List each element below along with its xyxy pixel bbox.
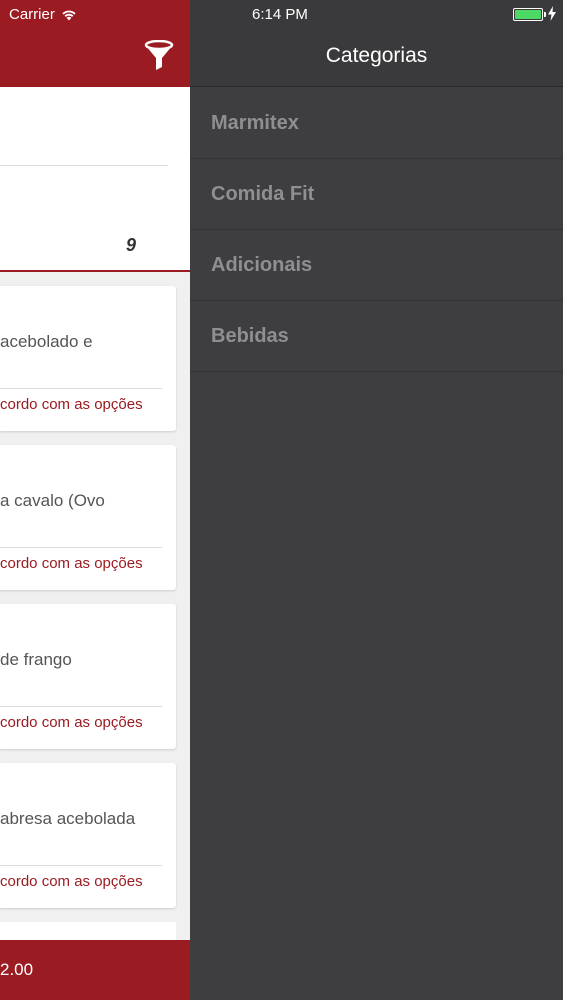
product-title: abresa acebolada bbox=[0, 809, 136, 828]
carrier-label: Carrier bbox=[9, 6, 55, 23]
category-item-adicionais[interactable]: Adicionais bbox=[190, 230, 563, 301]
drawer-title: Categorias bbox=[325, 44, 428, 67]
category-label: Adicionais bbox=[211, 253, 313, 276]
category-label: Bebidas bbox=[211, 324, 289, 347]
product-card[interactable]: de frango cordo com as opções bbox=[0, 604, 176, 749]
product-note: cordo com as opções bbox=[0, 873, 143, 890]
product-note: cordo com as opções bbox=[0, 714, 143, 731]
app-header: Carrier bbox=[0, 0, 190, 87]
category-item-marmitex[interactable]: Marmitex bbox=[190, 88, 563, 159]
card-divider bbox=[0, 706, 162, 707]
search-underline bbox=[0, 165, 168, 166]
product-card[interactable]: abresa acebolada cordo com as opções bbox=[0, 763, 176, 908]
category-label: Comida Fit bbox=[211, 182, 315, 205]
cart-footer[interactable]: 2.00 bbox=[0, 940, 190, 1000]
category-item-bebidas[interactable]: Bebidas bbox=[190, 301, 563, 372]
product-count: 9 bbox=[125, 235, 136, 255]
card-divider bbox=[0, 865, 162, 866]
product-title: acebolado e bbox=[0, 332, 93, 351]
product-card[interactable]: a cavalo (Ovo cordo com as opções bbox=[0, 445, 176, 590]
wifi-icon bbox=[62, 10, 76, 20]
product-title: a cavalo (Ovo bbox=[0, 491, 105, 510]
drawer-header: 6:14 PM Categorias bbox=[190, 0, 563, 87]
product-card[interactable]: acebolado e cordo com as opções bbox=[0, 286, 176, 431]
category-label: Marmitex bbox=[211, 111, 299, 134]
category-list: Marmitex Comida Fit Adicionais Bebidas bbox=[190, 88, 563, 372]
product-title: de frango bbox=[0, 650, 72, 669]
product-note: cordo com as opções bbox=[0, 555, 143, 572]
status-bar-left: Carrier bbox=[9, 6, 77, 23]
cart-total: 2.00 bbox=[0, 960, 34, 979]
battery-tip bbox=[544, 12, 546, 17]
filter-icon[interactable] bbox=[144, 40, 174, 72]
charging-bolt-icon bbox=[548, 6, 556, 21]
card-divider bbox=[0, 388, 162, 389]
status-time: 6:14 PM bbox=[252, 6, 308, 23]
product-list-panel: Carrier 9 acebolado e cordo com as opçõe… bbox=[0, 0, 190, 1000]
categories-drawer: 6:14 PM Categorias Marmitex Comida Fit A… bbox=[190, 0, 563, 1000]
product-note: cordo com as opções bbox=[0, 396, 143, 413]
category-item-comida-fit[interactable]: Comida Fit bbox=[190, 159, 563, 230]
card-divider bbox=[0, 547, 162, 548]
search-area: 9 bbox=[0, 87, 190, 272]
battery-icon bbox=[513, 8, 543, 21]
